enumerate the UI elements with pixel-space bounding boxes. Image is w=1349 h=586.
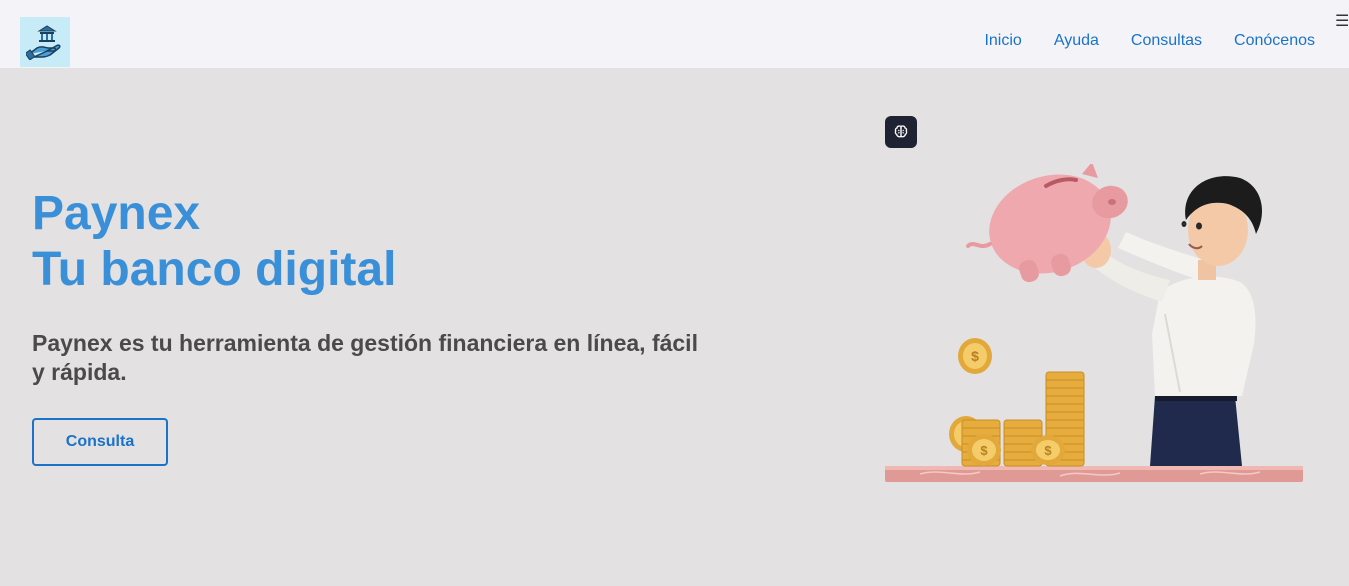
logo[interactable] [20,17,70,67]
hero-title-brand: Paynex [32,187,201,240]
hero-title: Paynex Tu banco digital [32,186,396,298]
piggy-bank-illustration: $ $ $ [885,164,1303,482]
navbar: Inicio Ayuda Consultas Conócenos ☰ [0,0,1349,68]
nav-link-consultas[interactable]: Consultas [1131,32,1202,50]
svg-text:$: $ [980,443,988,458]
consulta-button[interactable]: Consulta [32,418,168,466]
brain-icon [894,125,908,138]
falling-coin: $ [958,338,992,374]
hero-section: Paynex Tu banco digital Paynex es tu her… [0,68,1349,586]
standing-coin: $ [967,434,1001,466]
ai-assistant-button[interactable] [885,116,917,148]
hero-description: Paynex es tu herramienta de gestión fina… [32,330,698,385]
main-nav: Inicio Ayuda Consultas Conócenos [984,32,1315,50]
nav-link-conocenos[interactable]: Conócenos [1234,32,1315,50]
hamburger-menu-icon[interactable]: ☰ [1335,14,1349,30]
svg-text:$: $ [1044,443,1052,458]
bank-in-hand-icon [26,25,61,60]
hero-title-tagline: Tu banco digital [32,243,397,296]
nav-link-inicio[interactable]: Inicio [984,32,1021,50]
standing-coin: $ [1031,435,1065,465]
nav-link-ayuda[interactable]: Ayuda [1054,32,1099,50]
svg-text:$: $ [971,348,979,364]
